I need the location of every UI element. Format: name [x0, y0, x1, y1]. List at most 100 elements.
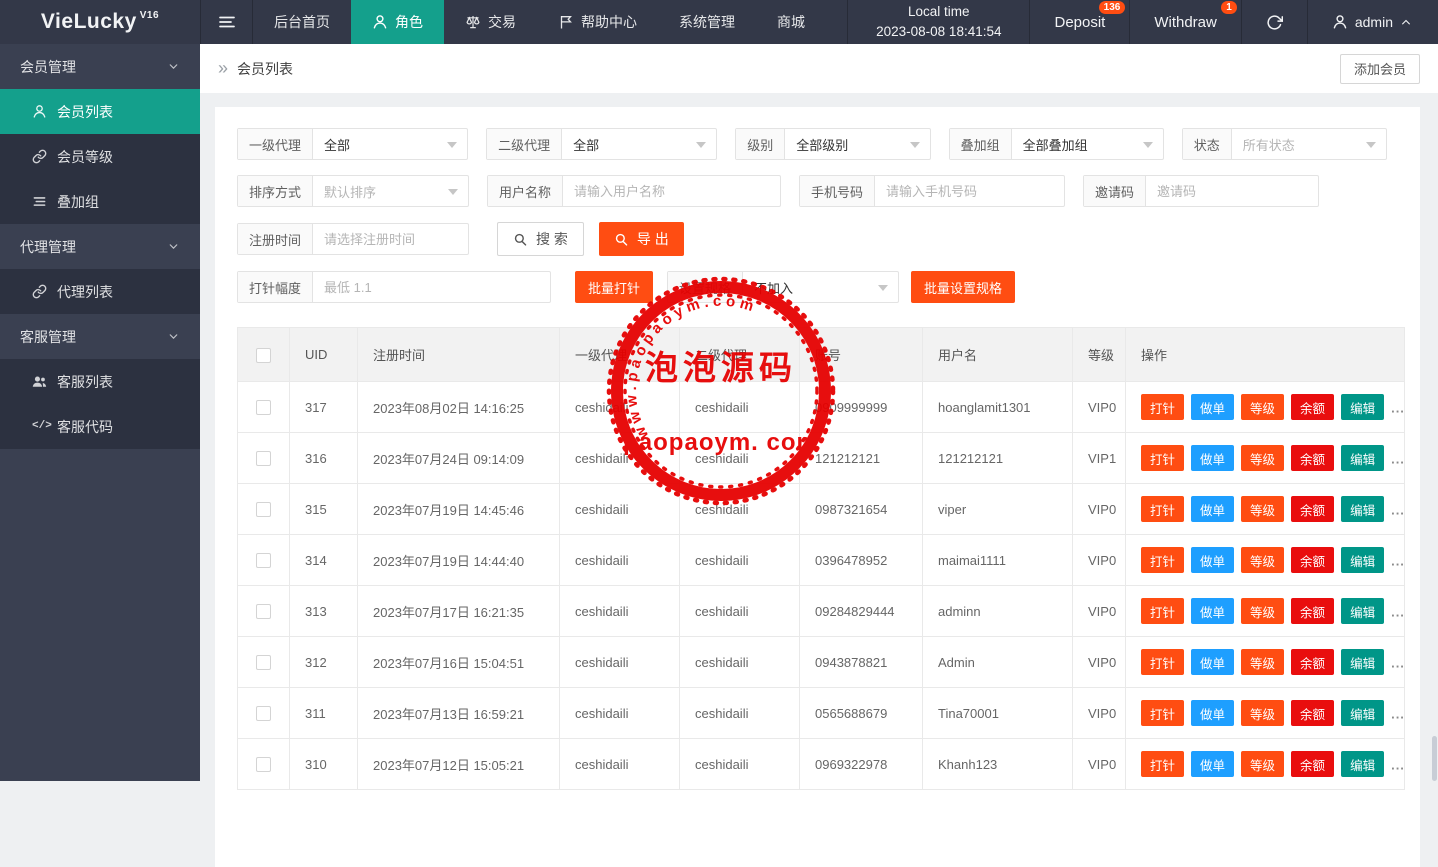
batch-inject-button[interactable]: 批量打针 [575, 271, 654, 303]
sidebar-item-agent-list[interactable]: 代理列表 [0, 269, 200, 314]
refresh-button[interactable] [1240, 0, 1307, 44]
level-button[interactable]: 等级 [1241, 496, 1285, 522]
agent2-select[interactable]: 全部 [562, 129, 716, 159]
search-button[interactable]: 搜 索 [497, 222, 584, 256]
cell-uid: 316 [289, 432, 358, 484]
batch-spec-button[interactable]: 批量设置规格 [911, 271, 1016, 303]
row-checkbox[interactable] [256, 400, 271, 416]
row-checkbox[interactable] [256, 757, 271, 773]
edit-button[interactable]: 编辑 [1341, 445, 1385, 471]
sidebar-item-member-list[interactable]: 会员列表 [0, 89, 200, 134]
balance-button[interactable]: 余额 [1291, 751, 1335, 777]
edit-button[interactable]: 编辑 [1341, 394, 1385, 420]
row-checkbox[interactable] [256, 706, 271, 722]
status-select[interactable]: 所有状态 [1232, 129, 1386, 159]
sidebar-item-support-code[interactable]: </> 客服代码 [0, 404, 200, 449]
cell-agent1: ceshidaili [559, 738, 680, 790]
balance-button[interactable]: 余额 [1291, 496, 1335, 522]
level-button[interactable]: 等级 [1241, 751, 1285, 777]
inject-range-input[interactable] [313, 272, 550, 302]
nav-item-home[interactable]: 后台首页 [253, 0, 351, 44]
sidebar-group-member[interactable]: 会员管理 [0, 44, 200, 89]
more-actions[interactable]: ... [1391, 656, 1403, 671]
row-checkbox[interactable] [256, 553, 271, 569]
sidebar-item-stack-group[interactable]: 叠加组 [0, 179, 200, 224]
deposit-button[interactable]: Deposit 136 [1029, 0, 1129, 44]
level-button[interactable]: 等级 [1241, 445, 1285, 471]
sidebar-group-agent[interactable]: 代理管理 [0, 224, 200, 269]
sort-select[interactable]: 默认排序 [313, 176, 468, 206]
invite-code-input[interactable] [1146, 176, 1318, 206]
inject-button[interactable]: 打针 [1141, 445, 1185, 471]
inject-button[interactable]: 打针 [1141, 496, 1185, 522]
reg-time-input[interactable] [313, 224, 468, 254]
more-actions[interactable]: ... [1391, 452, 1403, 467]
spec-select[interactable]: 不加入 [743, 272, 898, 302]
order-button[interactable]: 做单 [1191, 394, 1235, 420]
sidebar-item-support-list[interactable]: 客服列表 [0, 359, 200, 404]
edit-button[interactable]: 编辑 [1341, 700, 1385, 726]
edit-button[interactable]: 编辑 [1341, 496, 1385, 522]
row-checkbox[interactable] [256, 604, 271, 620]
inject-button[interactable]: 打针 [1141, 394, 1185, 420]
inject-button[interactable]: 打针 [1141, 700, 1185, 726]
order-button[interactable]: 做单 [1191, 445, 1235, 471]
order-button[interactable]: 做单 [1191, 649, 1235, 675]
admin-menu[interactable]: admin [1306, 0, 1438, 44]
edit-button[interactable]: 编辑 [1341, 598, 1385, 624]
more-actions[interactable]: ... [1391, 554, 1403, 569]
username-input[interactable] [563, 176, 780, 206]
export-button[interactable]: 导 出 [598, 222, 684, 256]
select-value: 全部 [573, 137, 600, 153]
sidebar-group-support[interactable]: 客服管理 [0, 314, 200, 359]
menu-toggle-button[interactable] [200, 0, 253, 44]
filter-row-4: 打针幅度 批量打针 设置规格 不加入 批量设置规格 [237, 271, 1405, 303]
select-all-checkbox[interactable] [256, 347, 271, 363]
balance-button[interactable]: 余额 [1291, 394, 1335, 420]
row-checkbox[interactable] [256, 451, 271, 467]
nav-item-system[interactable]: 系统管理 [658, 0, 756, 44]
row-checkbox[interactable] [256, 655, 271, 671]
order-button[interactable]: 做单 [1191, 751, 1235, 777]
edit-button[interactable]: 编辑 [1341, 649, 1385, 675]
order-button[interactable]: 做单 [1191, 598, 1235, 624]
app-logo[interactable]: VieLucky V16 [0, 0, 200, 44]
withdraw-button[interactable]: Withdraw 1 [1129, 0, 1241, 44]
balance-button[interactable]: 余额 [1291, 598, 1335, 624]
nav-item-help[interactable]: 帮助中心 [537, 0, 658, 44]
order-button[interactable]: 做单 [1191, 700, 1235, 726]
sidebar-item-member-level[interactable]: 会员等级 [0, 134, 200, 179]
vertical-scrollbar-thumb[interactable] [1432, 736, 1437, 781]
nav-item-trade[interactable]: 交易 [444, 0, 537, 44]
more-actions[interactable]: ... [1391, 401, 1403, 416]
order-button[interactable]: 做单 [1191, 496, 1235, 522]
phone-input[interactable] [875, 176, 1064, 206]
order-button[interactable]: 做单 [1191, 547, 1235, 573]
nav-item-mall[interactable]: 商城 [756, 0, 826, 44]
inject-button[interactable]: 打针 [1141, 547, 1185, 573]
balance-button[interactable]: 余额 [1291, 547, 1335, 573]
edit-button[interactable]: 编辑 [1341, 547, 1385, 573]
more-actions[interactable]: ... [1391, 605, 1403, 620]
level-select[interactable]: 全部级别 [785, 129, 929, 159]
level-button[interactable]: 等级 [1241, 598, 1285, 624]
inject-button[interactable]: 打针 [1141, 751, 1185, 777]
balance-button[interactable]: 余额 [1291, 445, 1335, 471]
inject-button[interactable]: 打针 [1141, 598, 1185, 624]
more-actions[interactable]: ... [1391, 503, 1403, 518]
edit-button[interactable]: 编辑 [1341, 751, 1385, 777]
inject-button[interactable]: 打针 [1141, 649, 1185, 675]
stack-group-select[interactable]: 全部叠加组 [1012, 129, 1163, 159]
balance-button[interactable]: 余额 [1291, 700, 1335, 726]
level-button[interactable]: 等级 [1241, 649, 1285, 675]
agent1-select[interactable]: 全部 [313, 129, 467, 159]
add-member-button[interactable]: 添加会员 [1339, 53, 1420, 84]
level-button[interactable]: 等级 [1241, 700, 1285, 726]
nav-item-roles[interactable]: 角色 [351, 0, 444, 44]
balance-button[interactable]: 余额 [1291, 649, 1335, 675]
level-button[interactable]: 等级 [1241, 394, 1285, 420]
more-actions[interactable]: ... [1391, 758, 1403, 773]
level-button[interactable]: 等级 [1241, 547, 1285, 573]
more-actions[interactable]: ... [1391, 707, 1403, 722]
row-checkbox[interactable] [256, 502, 271, 518]
